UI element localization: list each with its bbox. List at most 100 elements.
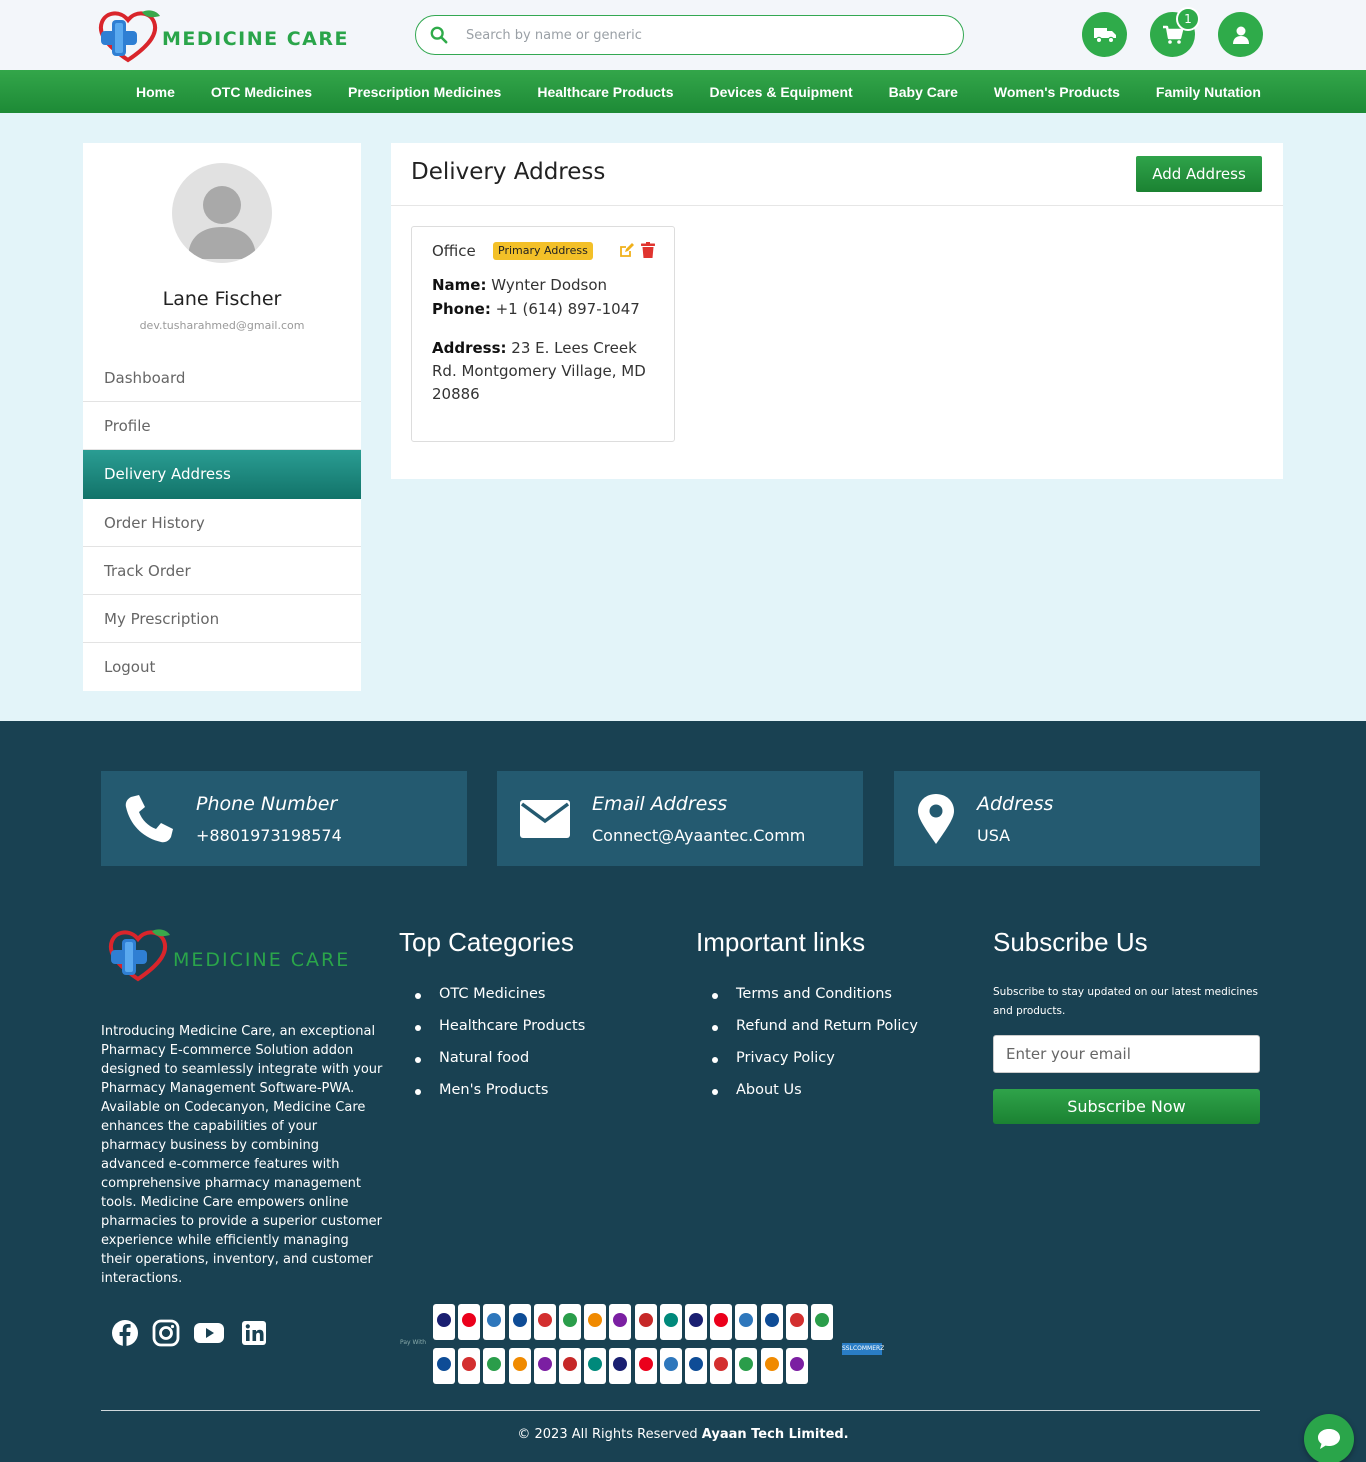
panel-header: Delivery Address Add Address: [391, 143, 1283, 206]
nav-baby-care[interactable]: Baby Care: [871, 84, 976, 100]
edit-icon[interactable]: [619, 242, 635, 258]
nav-otc-medicines[interactable]: OTC Medicines: [193, 84, 330, 100]
payment-logo-mark: [764, 1357, 779, 1371]
cart-count-badge: 1: [1176, 7, 1200, 31]
payment-logo-mark: [437, 1357, 451, 1371]
sidebar-item-order-history[interactable]: Order History: [83, 499, 361, 547]
payment-logo-chip: [659, 1304, 682, 1340]
copyright-text: 2023 All Rights Reserved: [534, 1427, 698, 1442]
payment-logo-chip: [760, 1304, 783, 1340]
facebook-icon[interactable]: [111, 1319, 139, 1347]
top-header: MEDICINE CARE 1: [0, 0, 1366, 70]
payment-logo-mark: [537, 1357, 552, 1371]
copyright-icon: ©: [517, 1427, 531, 1442]
payment-logo-chip: [508, 1304, 531, 1340]
youtube-icon[interactable]: [194, 1319, 224, 1347]
trash-icon[interactable]: [641, 242, 655, 258]
chat-button[interactable]: [1304, 1414, 1354, 1462]
payment-logo-mark: [815, 1313, 829, 1327]
payment-logo-mark: [638, 1357, 653, 1371]
footer-link-about-us[interactable]: About Us: [712, 1082, 918, 1114]
map-pin-icon: [918, 794, 954, 844]
footer-link-natural-food[interactable]: Natural food: [415, 1050, 585, 1082]
address-street-line: Address: 23 E. Lees Creek Rd. Montgomery…: [432, 337, 662, 406]
copyright: © 2023 All Rights Reserved Ayaan Tech Li…: [0, 1427, 1366, 1442]
payment-logo-chip: [609, 1348, 632, 1384]
contact-email-box: Email Address Connect@Ayaantec.Comm: [497, 771, 863, 866]
payment-logo-mark: [487, 1357, 502, 1371]
contact-phone-box: Phone Number +8801973198574: [101, 771, 467, 866]
payment-logo-chip: [533, 1348, 556, 1384]
footer-link-mens-products[interactable]: Men's Products: [415, 1082, 585, 1114]
payment-logo-chip: [533, 1304, 556, 1340]
contact-title: Address: [977, 793, 1054, 815]
contact-value[interactable]: +8801973198574: [196, 826, 342, 845]
payment-logo-chip: [584, 1304, 607, 1340]
copyright-company[interactable]: Ayaan Tech Limited.: [702, 1427, 849, 1442]
logo-icon: [108, 929, 170, 982]
linkedin-icon[interactable]: [240, 1319, 268, 1347]
payment-logo-mark: [462, 1357, 477, 1371]
top-categories-list: OTC Medicines Healthcare Products Natura…: [415, 986, 585, 1114]
address-label: Address:: [432, 339, 507, 357]
sidebar-menu: Dashboard Profile Delivery Address Order…: [83, 354, 361, 691]
sidebar-item-profile[interactable]: Profile: [83, 402, 361, 451]
payment-logo-mark: [563, 1313, 577, 1327]
sidebar-item-logout[interactable]: Logout: [83, 643, 361, 691]
payment-logo-chip: [559, 1348, 581, 1384]
contact-value[interactable]: Connect@Ayaantec.Comm: [592, 826, 805, 845]
footer-link-privacy-policy[interactable]: Privacy Policy: [712, 1050, 918, 1082]
important-links-title: Important links: [696, 927, 866, 957]
search-input[interactable]: [466, 24, 946, 46]
payment-logo-chip: [710, 1348, 733, 1384]
sidebar-item-my-prescription[interactable]: My Prescription: [83, 595, 361, 644]
sidebar-item-delivery-address[interactable]: Delivery Address: [83, 450, 361, 499]
instagram-icon[interactable]: [152, 1319, 180, 1347]
important-links-list: Terms and Conditions Refund and Return P…: [712, 986, 918, 1114]
subscribe-button[interactable]: Subscribe Now: [993, 1089, 1260, 1124]
nav-family-nutation[interactable]: Family Nutation: [1138, 84, 1279, 100]
nav-healthcare-products[interactable]: Healthcare Products: [519, 84, 691, 100]
address-card: Office Primary Address Name: Wynter Dods…: [411, 226, 675, 442]
account-button[interactable]: [1218, 12, 1263, 57]
payment-logo-mark: [462, 1313, 477, 1327]
payment-logo-chip: [785, 1304, 808, 1340]
payment-logo-mark: [437, 1313, 451, 1327]
sslcommerz-logo: SSLCOMMERZ: [842, 1343, 884, 1355]
payment-logo-mark: [739, 1313, 754, 1327]
contact-title: Email Address: [592, 793, 728, 815]
sidebar-item-dashboard[interactable]: Dashboard: [83, 354, 361, 403]
nav-home[interactable]: Home: [118, 84, 193, 100]
brand-logo[interactable]: MEDICINE CARE: [94, 6, 348, 64]
payment-logo-mark: [714, 1313, 729, 1327]
footer-logo[interactable]: MEDICINE CARE: [104, 925, 364, 983]
payment-logo-chip: [735, 1348, 758, 1384]
user-icon: [1232, 26, 1249, 44]
footer-link-otc-medicines[interactable]: OTC Medicines: [415, 986, 585, 1018]
footer-link-terms[interactable]: Terms and Conditions: [712, 986, 918, 1018]
payment-logo-chip: [584, 1348, 607, 1384]
subscribe-email-input[interactable]: [993, 1035, 1260, 1073]
delivery-truck-button[interactable]: [1082, 12, 1127, 57]
contact-title: Phone Number: [196, 793, 338, 815]
contact-address-box: Address USA: [894, 771, 1260, 866]
footer-link-healthcare-products[interactable]: Healthcare Products: [415, 1018, 585, 1050]
payment-logo-chip: [710, 1304, 733, 1340]
cart-button[interactable]: 1: [1150, 7, 1200, 57]
envelope-icon: [520, 800, 570, 838]
sidebar-item-track-order[interactable]: Track Order: [83, 547, 361, 595]
nav-womens-products[interactable]: Women's Products: [976, 84, 1138, 100]
search-bar[interactable]: [415, 15, 964, 55]
footer-divider: [101, 1410, 1260, 1411]
logo-icon: [98, 10, 160, 63]
nav-devices-equipment[interactable]: Devices & Equipment: [692, 84, 871, 100]
payment-logo-mark: [613, 1313, 628, 1327]
footer-link-refund-policy[interactable]: Refund and Return Policy: [712, 1018, 918, 1050]
add-address-button[interactable]: Add Address: [1136, 156, 1262, 192]
main-nav: Home OTC Medicines Prescription Medicine…: [0, 70, 1366, 113]
pay-with-label: Pay With: [400, 1339, 427, 1346]
payment-logo-chip: [735, 1304, 758, 1340]
nav-prescription-medicines[interactable]: Prescription Medicines: [330, 84, 519, 100]
payment-logo-mark: [739, 1357, 754, 1371]
chat-bubble-icon: [1318, 1429, 1340, 1449]
